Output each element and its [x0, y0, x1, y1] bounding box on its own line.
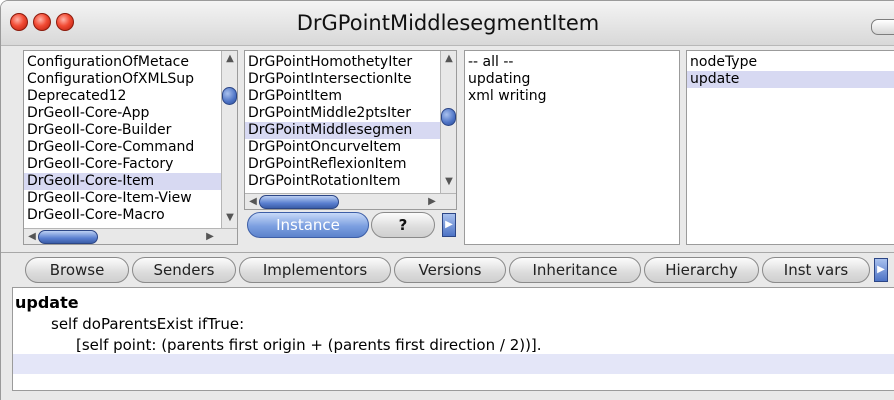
class-list[interactable]: DrGPointHomothetyIter DrGPointIntersecti…: [244, 50, 457, 210]
instance-button[interactable]: Instance: [247, 212, 369, 238]
list-item[interactable]: nodeType: [687, 54, 894, 71]
list-item[interactable]: DrGPointRotationItem: [245, 173, 456, 190]
list-item[interactable]: DrGeoII-Core-Item-View: [24, 190, 237, 207]
implementors-button[interactable]: Implementors: [239, 257, 391, 283]
list-item[interactable]: DrGeoII-Core-Macro: [24, 207, 237, 224]
class-side-button[interactable]: ?: [371, 212, 435, 238]
scroll-up-icon[interactable]: ▲: [222, 54, 237, 64]
list-item-selected[interactable]: update: [687, 71, 894, 88]
list-item[interactable]: DrGPointIntersectionIte: [245, 71, 456, 88]
class-hscrollbar[interactable]: ◀ ▶: [245, 193, 456, 209]
list-item[interactable]: DrGPointOncurveItem: [245, 139, 456, 156]
scroll-down-icon[interactable]: ▼: [222, 213, 237, 223]
window-title: DrGPointMiddlesegmentItem: [296, 11, 600, 35]
list-item[interactable]: DrGPointMiddle2ptsIter: [245, 105, 456, 122]
browser-window: DrGPointMiddlesegmentItem ConfigurationO…: [0, 0, 894, 400]
code-line: self doParentsExist ifTrue:: [51, 315, 245, 333]
package-vscrollbar[interactable]: ▲ ▼: [221, 51, 237, 228]
list-item[interactable]: xml writing: [465, 88, 679, 105]
inheritance-button[interactable]: Inheritance: [509, 257, 641, 283]
scroll-down-icon[interactable]: ▼: [441, 177, 456, 187]
list-item-selected[interactable]: DrGPointMiddlesegmen: [245, 122, 456, 139]
scroll-right-icon[interactable]: ▶: [424, 197, 440, 207]
senders-button[interactable]: Senders: [132, 257, 236, 283]
scroll-up-icon[interactable]: ▲: [441, 54, 456, 64]
pane-divider[interactable]: [1, 252, 894, 253]
browse-button[interactable]: Browse: [25, 257, 129, 283]
more-arrow-icon[interactable]: ▶: [874, 258, 888, 282]
scroll-thumb[interactable]: [441, 108, 456, 126]
class-vscrollbar[interactable]: ▲ ▼: [440, 51, 456, 193]
list-item[interactable]: DrGeoII-Core-App: [24, 105, 237, 122]
list-item[interactable]: DrGPointReflexionItem: [245, 156, 456, 173]
code-editor[interactable]: update self doParentsExist ifTrue: [self…: [12, 287, 894, 391]
list-item[interactable]: Deprecated12: [24, 88, 237, 105]
title-bar[interactable]: DrGPointMiddlesegmentItem: [1, 1, 894, 46]
code-line: [self point: (parents first origin + (pa…: [76, 336, 542, 354]
list-item[interactable]: DrGeoII-Core-Command: [24, 139, 237, 156]
list-item[interactable]: ConfigurationOfXMLSup: [24, 71, 237, 88]
list-item[interactable]: ConfigurationOfMetace: [24, 54, 237, 71]
list-item[interactable]: updating: [465, 71, 679, 88]
hierarchy-button[interactable]: Hierarchy: [644, 257, 759, 283]
list-item[interactable]: -- all --: [465, 54, 679, 71]
category-list[interactable]: -- all -- updating xml writing: [464, 50, 680, 245]
scroll-right-icon[interactable]: ▶: [202, 232, 218, 242]
list-item[interactable]: DrGeoII-Core-Factory: [24, 156, 237, 173]
list-item[interactable]: DrGPointItem: [245, 88, 456, 105]
method-signature: update: [15, 293, 79, 312]
package-list[interactable]: ConfigurationOfMetace ConfigurationOfXML…: [23, 50, 238, 245]
method-list[interactable]: nodeType update: [686, 50, 894, 245]
scroll-thumb[interactable]: [222, 87, 237, 105]
scroll-thumb[interactable]: [259, 195, 339, 209]
versions-button[interactable]: Versions: [394, 257, 506, 283]
inst-vars-button[interactable]: Inst vars: [762, 257, 870, 283]
more-arrow-icon[interactable]: ▶: [442, 213, 456, 237]
list-item[interactable]: DrGeoII-Core-Builder: [24, 122, 237, 139]
current-line-highlight: [13, 354, 894, 374]
scroll-thumb[interactable]: [38, 230, 98, 244]
collapse-icon[interactable]: [871, 19, 894, 35]
package-hscrollbar[interactable]: ◀ ▶: [24, 228, 237, 244]
list-item[interactable]: DrGPointHomothetyIter: [245, 54, 456, 71]
list-item-selected[interactable]: DrGeoII-Core-Item: [24, 173, 237, 190]
